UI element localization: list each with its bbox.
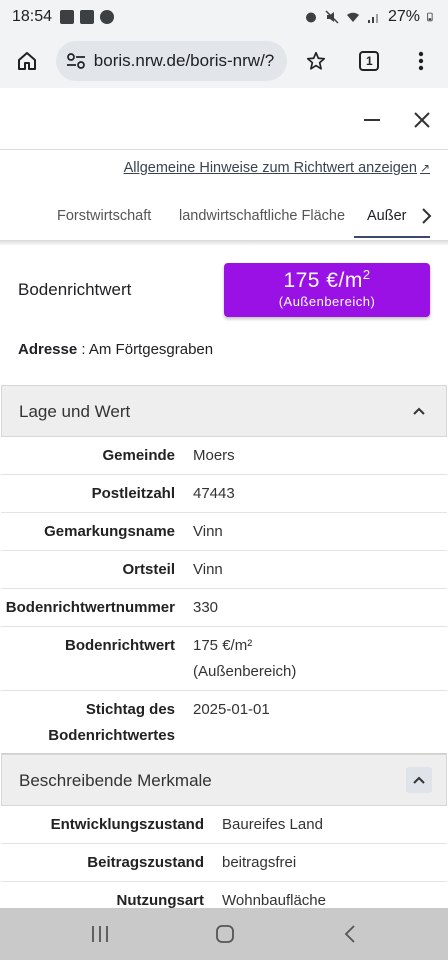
mute-icon: [325, 10, 339, 24]
minimize-icon: [364, 119, 380, 121]
home-nav-icon[interactable]: [215, 924, 235, 944]
row-key: Entwicklungszustand: [50, 816, 204, 833]
row-key: Bodenrichtwertnummer: [5, 599, 175, 616]
address-line: Adresse : Am Förtgesgraben: [18, 341, 213, 358]
recent-apps-icon[interactable]: [90, 925, 110, 943]
table-row: Gemeinde Moers: [1, 437, 447, 475]
table-row: Bodenrichtwertnummer 330: [1, 589, 447, 627]
active-tab-indicator: [354, 236, 430, 238]
table-row: Bodenrichtwert 175 €/m² (Außenbereich): [1, 627, 447, 691]
chevron-up-icon: [413, 407, 425, 415]
collapse-button[interactable]: [406, 767, 432, 793]
general-hints-link[interactable]: Allgemeine Hinweise zum Richtwert anzeig…: [124, 160, 430, 176]
row-key-line2: Bodenrichtwertes: [48, 727, 175, 744]
alarm-icon: [305, 12, 316, 23]
row-value: Vinn: [193, 561, 223, 578]
more-vert-icon: [418, 51, 424, 71]
table-row: Gemarkungsname Vinn: [1, 513, 447, 551]
row-value: Moers: [193, 447, 235, 464]
general-hints-label: Allgemeine Hinweise zum Richtwert anzeig…: [123, 160, 417, 176]
tab-landwirtschaftliche-flaeche[interactable]: landwirtschaftliche Fläche: [179, 196, 345, 236]
dialog-header: [0, 88, 448, 150]
row-key: Postleitzahl: [91, 485, 175, 502]
tab-switcher-button[interactable]: 1: [350, 42, 388, 80]
table-row: Entwicklungszustand Baureifes Land: [1, 806, 447, 844]
site-settings-icon: [66, 53, 85, 69]
gallery-notification-icon: [60, 10, 75, 24]
minimize-button[interactable]: [358, 106, 386, 134]
home-icon: [17, 52, 36, 70]
row-key: Ortsteil: [122, 561, 175, 578]
bodenrichtwert-unit-exponent: 2: [362, 267, 371, 282]
lage-und-wert-header[interactable]: Lage und Wert: [1, 385, 447, 437]
row-value: Baureifes Land: [222, 816, 323, 833]
app-notification-icon: [100, 10, 115, 24]
star-icon: [306, 51, 325, 70]
chevron-up-icon: [413, 776, 425, 784]
row-key: Bodenrichtwert: [64, 637, 175, 654]
row-key: Gemeinde: [102, 447, 175, 464]
row-value-line2: (Außenbereich): [193, 663, 297, 680]
tab-aussenbereich[interactable]: Außer: [367, 196, 407, 236]
url-text: boris.nrw.de/boris-nrw/?: [93, 51, 275, 70]
row-value: 175 €/m²: [193, 637, 253, 654]
lage-und-wert-title: Lage und Wert: [19, 402, 131, 421]
close-icon: [414, 112, 430, 128]
table-row: Postleitzahl 47443: [1, 475, 447, 513]
address-label: Adresse: [18, 341, 78, 358]
bookmark-button[interactable]: [297, 42, 335, 80]
row-key: Beitragszustand: [87, 854, 204, 871]
chevron-right-icon: [422, 208, 432, 224]
tab-count: 1: [359, 51, 380, 71]
external-link-icon: ↗: [419, 161, 430, 175]
row-key: Stichtag des: [85, 701, 175, 718]
table-row: Ortsteil Vinn: [1, 551, 447, 589]
status-bar: 18:54 27%: [0, 0, 448, 34]
check-notification-icon: [80, 10, 95, 24]
home-button[interactable]: [8, 42, 46, 80]
address-separator: :: [77, 341, 89, 358]
tabs-shadow: [0, 240, 448, 246]
address-bar[interactable]: boris.nrw.de/boris-nrw/?: [55, 41, 287, 81]
beschreibende-merkmale-title: Beschreibende Merkmale: [19, 771, 212, 790]
bodenrichtwert-value: 175 €/m: [283, 269, 363, 292]
address-value: Am Förtgesgraben: [88, 341, 214, 358]
collapse-button[interactable]: [406, 398, 432, 424]
beschreibende-merkmale-header[interactable]: Beschreibende Merkmale: [1, 754, 447, 806]
row-value: Vinn: [193, 523, 223, 540]
category-tabs: Forstwirtschaft landwirtschaftliche Fläc…: [0, 196, 448, 242]
back-icon[interactable]: [343, 924, 357, 944]
status-time: 18:54: [12, 8, 53, 25]
battery-icon: [427, 12, 433, 22]
close-button[interactable]: [408, 106, 436, 134]
browser-menu-button[interactable]: [402, 42, 440, 80]
bodenrichtwert-label: Bodenrichtwert: [18, 280, 132, 299]
signal-icon: [367, 14, 378, 23]
table-row: Stichtag des Bodenrichtwertes 2025-01-01: [1, 691, 447, 754]
system-navigation-bar: [0, 908, 448, 960]
browser-toolbar: boris.nrw.de/boris-nrw/? 1: [0, 34, 448, 88]
battery-percent: 27%: [387, 8, 420, 25]
row-value: 2025-01-01: [193, 701, 270, 718]
row-value: beitragsfrei: [222, 854, 297, 871]
row-key: Gemarkungsname: [44, 523, 175, 540]
table-row: Beitragszustand beitragsfrei: [1, 844, 447, 882]
wifi-icon: [346, 12, 359, 22]
tab-forstwirtschaft[interactable]: Forstwirtschaft: [57, 196, 151, 236]
row-value: 330: [193, 599, 219, 616]
tabs-scroll-right-button[interactable]: [414, 204, 438, 228]
bodenrichtwert-badge: 175 €/m2 (Außenbereich): [224, 263, 430, 317]
bodenrichtwert-subtext: (Außenbereich): [278, 294, 376, 309]
row-value: 47443: [193, 485, 235, 502]
